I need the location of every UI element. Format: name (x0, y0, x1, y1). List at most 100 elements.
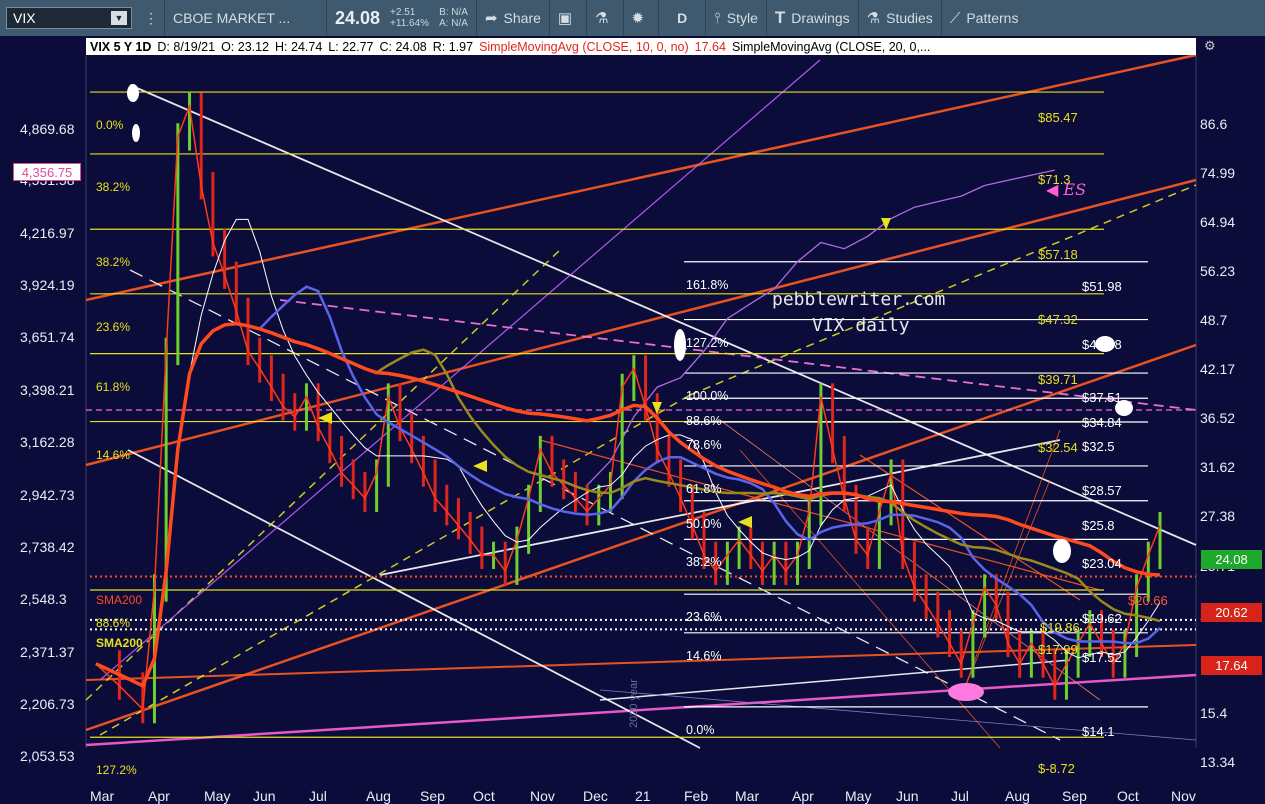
x-tick: Dec (583, 788, 608, 804)
toolbar: VIX ▼ ⋮ CBOE MARKET ... 24.08 +2.51 +11.… (0, 0, 1265, 36)
y-tick-right: 42.17 (1200, 361, 1236, 378)
fib-extra-label: $19.86 (1040, 620, 1080, 636)
fib-left-value: $39.71 (1038, 371, 1078, 387)
trend-line (99, 59, 821, 681)
fib-right-value: $51.98 (1082, 278, 1122, 294)
style-button[interactable]: ⫯ Style (706, 0, 767, 36)
patterns-button[interactable]: ⟋ Patterns (942, 0, 1027, 36)
fib-left-pct: 14.6% (96, 447, 131, 462)
sma200-label-2: SMA200 (96, 635, 143, 650)
markers (127, 84, 1133, 701)
studies-button[interactable]: ⚗ Studies (859, 0, 942, 36)
fib-right-value: $32.5 (1082, 438, 1115, 454)
fib-left-value: $57.18 (1038, 247, 1078, 263)
fib-right-value: $28.57 (1082, 482, 1122, 498)
layout-icon: ▣ (557, 10, 573, 27)
y-tick-left: 2,738.42 (20, 539, 75, 555)
highlight-marker (132, 124, 140, 142)
flask-button[interactable]: ⚗ (587, 0, 624, 36)
y-tick-right: 31.62 (1200, 459, 1236, 476)
candlestick-icon: ⫯ (714, 9, 721, 27)
flask-studies-icon: ⚗ (866, 10, 881, 27)
x-tick: Sep (420, 788, 445, 804)
sma10-value: 17.64 (694, 39, 726, 54)
x-tick: Mar (735, 788, 760, 804)
x-tick: Jun (253, 788, 276, 804)
info-range: R: 1.97 (432, 39, 474, 54)
fib-right-pct: 100.0% (686, 389, 729, 404)
trend-line (599, 659, 1071, 701)
sma200-label: SMA200 (96, 592, 143, 607)
fib-right-pct: 88.6% (686, 414, 722, 429)
fib-left-pct: 23.6% (96, 319, 131, 334)
y-tick-right: 13.34 (1200, 753, 1236, 770)
layout-button[interactable]: ▣ (550, 0, 588, 36)
chart-svg (85, 53, 1197, 749)
change-percent: +11.64% (390, 18, 430, 29)
info-high: H: 24.74 (275, 39, 323, 54)
info-close: C: 24.08 (379, 39, 427, 54)
highlight-marker (127, 84, 139, 102)
symbol-description: CBOE MARKET ... (165, 0, 327, 36)
x-tick: Oct (1117, 788, 1139, 804)
trend-line (85, 343, 1197, 732)
vertical-dots-icon: ⋮ (144, 9, 158, 26)
fib-right-pct: 61.8% (686, 481, 722, 496)
settings-button[interactable]: ✹ (624, 0, 660, 36)
fib-right-pct: 23.6% (686, 610, 722, 625)
fib-right-value: $37.51 (1082, 390, 1122, 406)
fib-left-pct: 127.2% (96, 763, 137, 778)
patterns-label: Patterns (966, 10, 1019, 26)
y-tick-left: 3,162.28 (20, 434, 75, 450)
fib-right-value: $43.88 (1082, 336, 1122, 352)
price-tag: 20.62 (1201, 603, 1262, 623)
share-button[interactable]: ➦ Share (477, 0, 550, 36)
share-label: Share (503, 10, 541, 26)
last-price: 24.08 (335, 7, 381, 28)
fib-right-value: $23.04 (1082, 556, 1122, 572)
y-tick-left: 2,053.53 (20, 748, 75, 764)
x-tick: May (845, 788, 872, 804)
fib-left-value: $32.54 (1038, 439, 1078, 455)
style-label: Style (726, 10, 758, 26)
x-tick: Apr (792, 788, 814, 804)
moving-average-line (95, 285, 1161, 688)
chart-settings-icon[interactable]: ⚙ (1204, 38, 1216, 54)
drawings-button[interactable]: T Drawings (767, 0, 859, 36)
drawings-label: Drawings (791, 10, 850, 26)
arrow-icon (473, 460, 487, 472)
x-tick: Aug (1005, 788, 1030, 804)
x-tick: Nov (530, 788, 555, 804)
fib-right-value: $19.62 (1082, 611, 1122, 627)
y-tick-left: 3,651.74 (20, 329, 75, 345)
trend-line (99, 394, 691, 736)
x-tick: Mar (90, 788, 115, 804)
x-tick: Nov (1171, 788, 1196, 804)
chart-area[interactable]: 0.0% 38.2% 38.2% 23.6% 61.8% 14.6% 88.6% 127.2%… (0, 36, 1265, 804)
fib-left-value: $17.99 (1038, 641, 1078, 657)
gear-icon: ✹ (631, 10, 645, 27)
trend-line (85, 673, 1197, 747)
share-icon: ➦ (484, 10, 498, 27)
x-tick: Apr (148, 788, 170, 804)
arrow-icon (738, 516, 752, 528)
info-bar: VIX 5 Y 1D D: 8/19/21 O: 23.12 H: 24.74 … (86, 38, 1196, 55)
studies-label: Studies (886, 10, 933, 26)
symbol-input[interactable]: VIX ▼ (6, 7, 132, 29)
fib-left-pct: 61.8% (96, 379, 131, 394)
x-tick: Jun (896, 788, 919, 804)
price-tag: 17.64 (1201, 656, 1262, 676)
fib-left-pct: 38.2% (96, 179, 131, 194)
symbol-text: VIX (13, 10, 36, 26)
y-tick-right: 27.38 (1200, 508, 1236, 525)
options-handle[interactable]: ⋮ (138, 0, 165, 36)
es-current-tag: 4,356.75 (13, 163, 81, 181)
period-button[interactable]: D (659, 0, 707, 36)
y-tick-left: 3,398.21 (20, 382, 75, 398)
fib-left-pct: 88.6% (96, 616, 131, 631)
x-tick: 21 (635, 788, 651, 804)
chevron-down-icon[interactable]: ▼ (111, 11, 127, 25)
x-tick: Sep (1062, 788, 1087, 804)
fib-left-value: $85.47 (1038, 110, 1078, 126)
sma10-label: SimpleMovingAvg (CLOSE, 10, 0, no) (479, 39, 689, 54)
